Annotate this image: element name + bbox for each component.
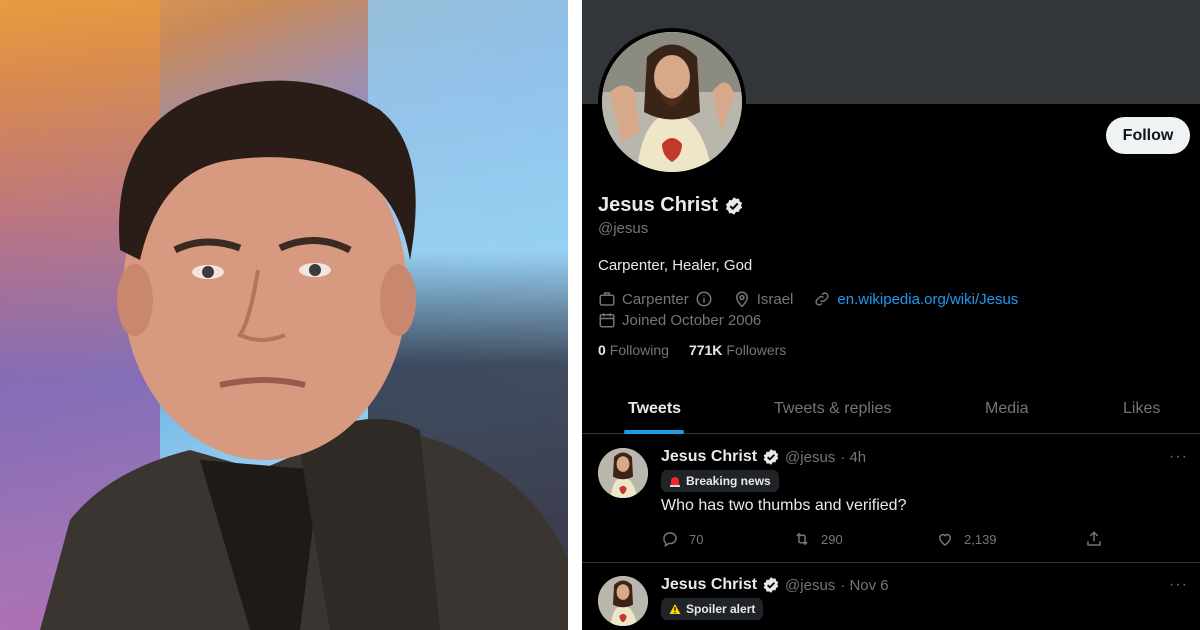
calendar-icon (599, 313, 615, 328)
verified-badge-icon (763, 449, 779, 465)
tweet-author-handle[interactable]: @jesus (785, 577, 835, 594)
verified-badge-icon (763, 577, 779, 593)
profile-bio: Carpenter, Healer, God (598, 257, 753, 274)
profile-avatar[interactable] (598, 28, 746, 176)
reply-icon (663, 532, 677, 548)
breaking-news-badge: Breaking news (661, 470, 779, 492)
tweet[interactable]: Jesus Christ @jesus · Nov 6 ··· Spoiler … (582, 564, 1200, 630)
more-options-icon[interactable]: ··· (1169, 576, 1188, 594)
tweet-avatar[interactable] (598, 448, 648, 498)
avatar-image (602, 32, 742, 172)
profile-name: Jesus Christ (598, 194, 719, 216)
tweet-header: Jesus Christ @jesus · Nov 6 (661, 576, 889, 594)
location-pin-icon (735, 291, 748, 308)
like-count: 2,139 (964, 531, 997, 547)
tweet-avatar[interactable] (598, 576, 648, 626)
tweet-timestamp[interactable]: · 4h (840, 449, 866, 466)
siren-icon (670, 477, 680, 487)
like-button[interactable]: 2,139 (936, 530, 997, 548)
verified-badge-icon (725, 196, 743, 215)
profile-joined-row: Joined October 2006 (598, 311, 761, 329)
link-icon (815, 292, 830, 306)
profile-stats: 0 Following 771K Followers (598, 342, 786, 358)
tweet-avatar-image (598, 448, 648, 498)
warning-icon (669, 604, 681, 614)
profile-name-row: Jesus Christ (598, 194, 744, 217)
tweet-timestamp[interactable]: · Nov 6 (840, 577, 888, 594)
tab-tweets-replies[interactable]: Tweets & replies (774, 384, 891, 434)
share-icon (1087, 531, 1101, 546)
tweet-author-handle[interactable]: @jesus (785, 449, 835, 466)
reply-button[interactable]: 70 (661, 530, 703, 548)
active-tab-indicator (624, 430, 684, 434)
tweet-actions: 70 290 2,139 (661, 530, 1101, 552)
retweet-count: 290 (821, 531, 843, 547)
panel-divider (568, 0, 582, 630)
tweet-avatar-image (598, 576, 648, 626)
briefcase-icon (599, 292, 615, 306)
spoiler-alert-badge: Spoiler alert (661, 598, 764, 620)
tweet-header: Jesus Christ @jesus · 4h (661, 448, 866, 466)
badge-label: Breaking news (686, 474, 771, 488)
portrait-photo (0, 0, 568, 630)
profile-website-link[interactable]: en.wikipedia.org/wiki/Jesus (837, 291, 1018, 308)
tab-likes[interactable]: Likes (1123, 384, 1160, 434)
followers-link[interactable]: 771K Followers (689, 342, 786, 358)
profile-tabs: Tweets Tweets & replies Media Likes (582, 384, 1200, 434)
tab-tweets[interactable]: Tweets (628, 384, 681, 434)
retweet-button[interactable]: 290 (793, 530, 843, 548)
portrait-illustration (40, 80, 568, 630)
heart-icon (938, 533, 952, 546)
tab-media[interactable]: Media (985, 384, 1029, 434)
following-link[interactable]: 0 Following (598, 342, 669, 358)
follow-button[interactable]: Follow (1106, 117, 1190, 154)
profile-location: Israel (756, 290, 794, 308)
tweet-author-name[interactable]: Jesus Christ (661, 576, 757, 594)
profile-profession: Carpenter (622, 290, 689, 308)
badge-label: Spoiler alert (686, 602, 756, 616)
more-options-icon[interactable]: ··· (1169, 448, 1188, 466)
retweet-icon (796, 532, 808, 546)
info-icon[interactable] (695, 290, 713, 308)
profile-joined: Joined October 2006 (622, 311, 762, 329)
profile-handle: @jesus (598, 220, 649, 237)
share-button[interactable] (1085, 530, 1103, 548)
tweet-text: Who has two thumbs and verified? (661, 497, 907, 514)
reply-count: 70 (689, 531, 704, 547)
tweet[interactable]: Jesus Christ @jesus · 4h ··· Breaking ne… (582, 435, 1200, 563)
twitter-profile-panel: Follow Jesus Christ @jesus Carpenter, He… (582, 0, 1200, 630)
tweet-author-name[interactable]: Jesus Christ (661, 448, 757, 466)
profile-meta: Carpenter Israel en.wikipedia.org/wiki/J… (598, 290, 1018, 308)
